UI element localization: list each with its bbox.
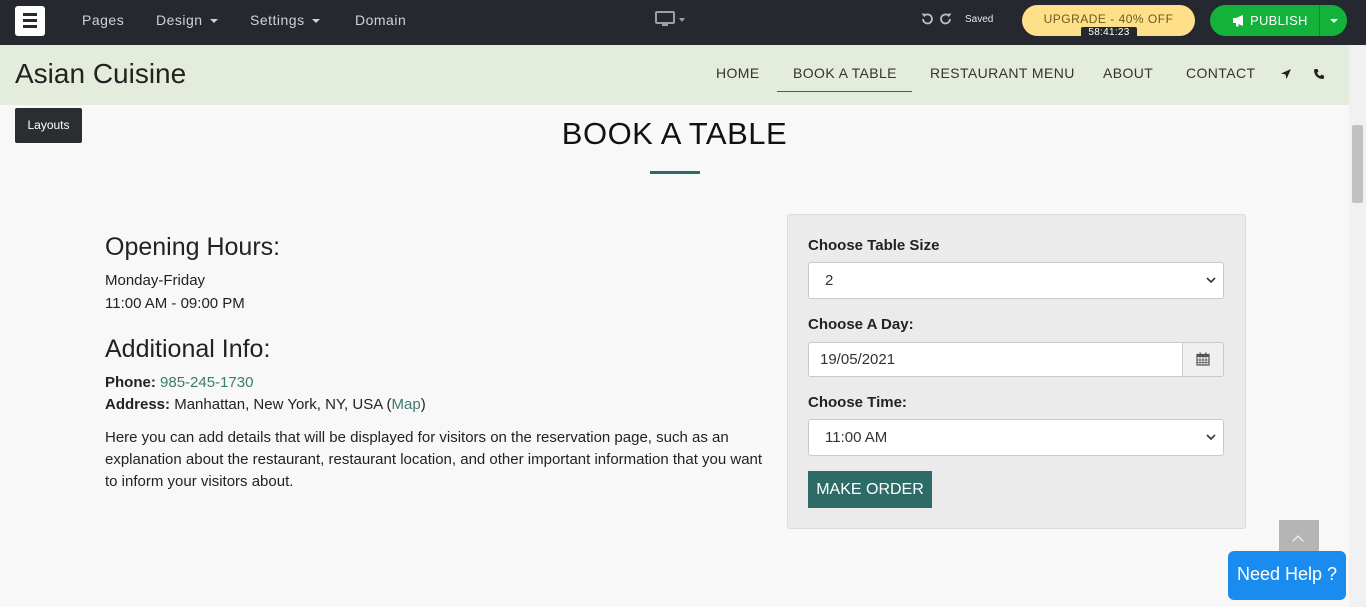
page-title: BOOK A TABLE (561, 116, 788, 151)
additional-info-heading: Additional Info: (105, 335, 271, 363)
menu-domain[interactable]: Domain (355, 0, 406, 45)
nav-about[interactable]: ABOUT (1103, 65, 1153, 81)
table-size-value: 2 (825, 272, 834, 289)
site-header: Asian Cuisine HOME BOOK A TABLE RESTAURA… (0, 45, 1349, 105)
chevron-down-icon (311, 19, 320, 24)
nav-active-indicator (777, 91, 912, 92)
phone-line: Phone: 985-245-1730 (105, 374, 253, 391)
calendar-button[interactable] (1182, 342, 1224, 377)
map-link[interactable]: Map (392, 396, 421, 413)
time-label: Choose Time: (808, 394, 907, 411)
day-input[interactable]: 19/05/2021 (808, 342, 1182, 377)
menu-pages[interactable]: Pages (82, 0, 124, 45)
menu-design-label: Design (156, 12, 203, 28)
time-select[interactable]: 11:00 AM (808, 419, 1224, 456)
opening-hours-heading: Opening Hours: (105, 233, 281, 261)
upgrade-timer: 58:41:23 (1081, 27, 1137, 39)
address-label: Address: (105, 396, 171, 413)
address-close: ) (420, 396, 426, 413)
publish-button[interactable]: PUBLISH (1210, 5, 1319, 36)
phone-link[interactable]: 985-245-1730 (160, 374, 253, 391)
day-value: 19/05/2021 (820, 351, 896, 368)
nav-home[interactable]: HOME (716, 65, 760, 81)
phone-icon[interactable] (1313, 68, 1325, 80)
address-line: Address: Manhattan, New York, NY, USA (M… (105, 396, 426, 413)
publish-dropdown-button[interactable] (1319, 5, 1347, 36)
day-label: Choose A Day: (808, 316, 914, 333)
menu-settings-label: Settings (250, 12, 305, 28)
reservation-description: Here you can add details that will be di… (105, 429, 763, 490)
editor-toolbar: Pages Design Settings Domain Saved UPGRA… (0, 0, 1366, 45)
time-value: 11:00 AM (825, 429, 888, 446)
phone-label: Phone: (105, 374, 156, 391)
redo-icon[interactable] (939, 12, 953, 26)
editor-logo-icon[interactable] (15, 6, 45, 36)
page-scrollbar-thumb[interactable] (1352, 125, 1363, 203)
location-arrow-icon[interactable] (1280, 68, 1292, 80)
chevron-down-icon (1330, 19, 1338, 23)
address-text: Manhattan, New York, NY, USA ( (174, 396, 392, 413)
chevron-down-icon (1206, 277, 1216, 284)
site-title[interactable]: Asian Cuisine (15, 58, 186, 90)
make-order-button[interactable]: MAKE ORDER (808, 471, 932, 508)
table-size-label: Choose Table Size (808, 237, 940, 254)
desktop-preview-icon[interactable] (655, 11, 675, 27)
nav-restaurant-menu[interactable]: RESTAURANT MENU (930, 65, 1075, 81)
calendar-icon (1196, 352, 1210, 366)
opening-time-range: 11:00 AM - 09:00 PM (105, 295, 245, 312)
menu-domain-label: Domain (355, 12, 407, 28)
menu-pages-label: Pages (82, 12, 125, 28)
chevron-up-icon (1292, 535, 1304, 547)
upgrade-label: UPGRADE - 40% OFF (1043, 12, 1174, 26)
nav-book-a-table[interactable]: BOOK A TABLE (793, 65, 897, 81)
undo-icon[interactable] (920, 12, 934, 26)
device-dropdown-icon[interactable] (679, 18, 685, 22)
menu-settings[interactable]: Settings (250, 0, 320, 45)
title-divider (650, 171, 700, 174)
publish-label: PUBLISH (1250, 13, 1308, 28)
table-size-select[interactable]: 2 (808, 262, 1224, 299)
menu-design[interactable]: Design (156, 0, 218, 45)
opening-days: Monday-Friday (105, 272, 206, 289)
nav-contact[interactable]: CONTACT (1186, 65, 1255, 81)
chevron-down-icon (209, 19, 218, 24)
save-status: Saved (965, 14, 994, 25)
megaphone-icon (1233, 15, 1243, 27)
chevron-down-icon (1206, 434, 1216, 441)
need-help-button[interactable]: Need Help ? (1228, 551, 1346, 600)
